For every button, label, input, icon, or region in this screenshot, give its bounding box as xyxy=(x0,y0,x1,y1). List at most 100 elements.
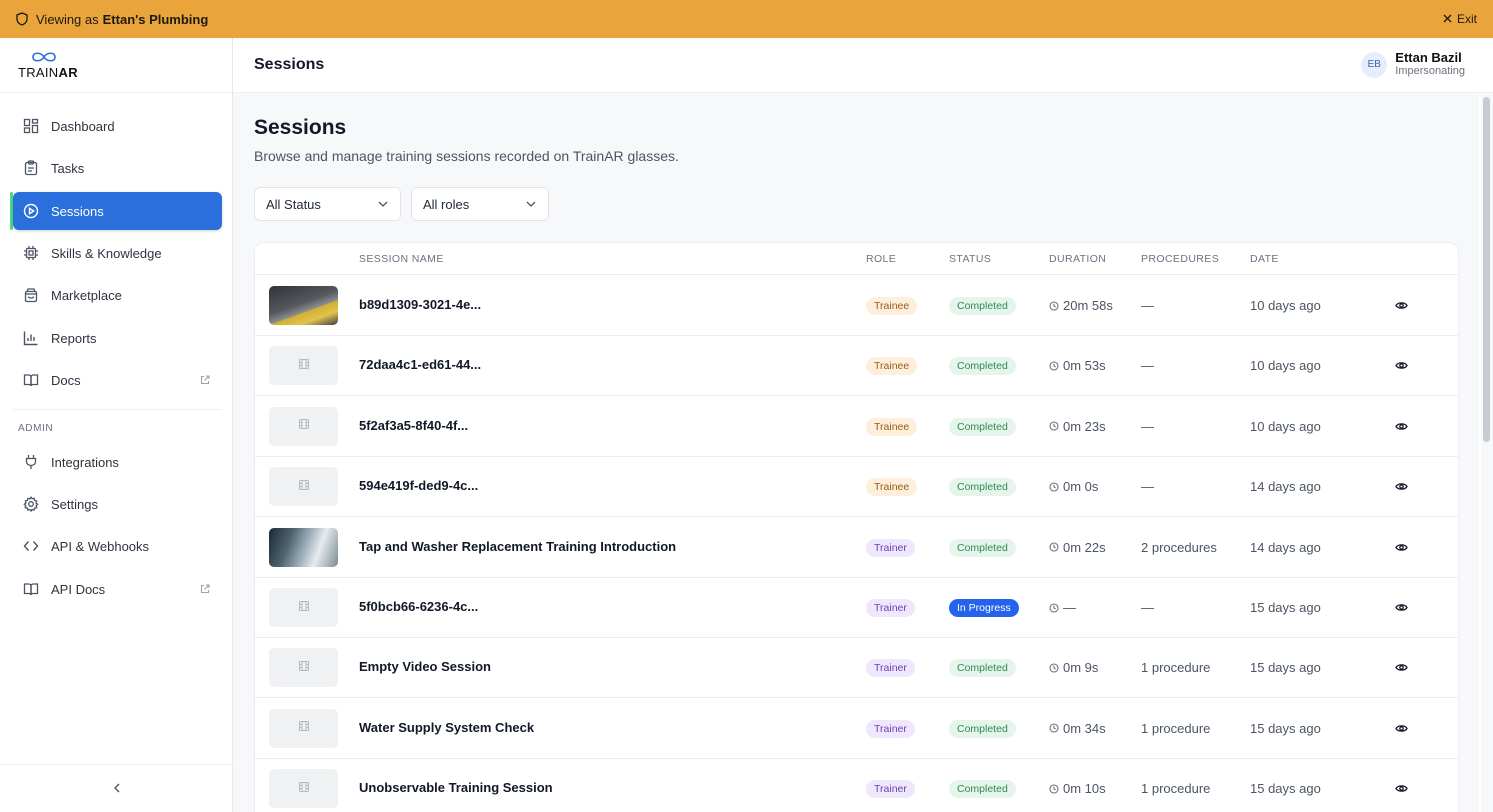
table-row[interactable]: Unobservable Training Session Trainer Comp… xyxy=(255,758,1458,812)
session-name[interactable]: 5f0bcb66-6236-4c... xyxy=(359,599,478,614)
column-header-procedures[interactable]: PROCEDURES xyxy=(1141,253,1219,265)
session-thumbnail[interactable] xyxy=(269,346,338,386)
table-row[interactable]: Empty Video Session Trainer Completed 0m 9s… xyxy=(255,637,1458,699)
view-session-eye-icon[interactable] xyxy=(1395,299,1408,312)
table-row[interactable]: 5f2af3a5-8f40-4f... Trainee Completed 0m 23… xyxy=(255,396,1458,457)
session-name[interactable]: b89d1309-3021-4e... xyxy=(359,297,481,312)
view-session-eye-icon[interactable] xyxy=(1395,722,1408,735)
sidebar-item-label: API Docs xyxy=(51,581,106,597)
status-badge: Completed xyxy=(949,417,1016,436)
session-name[interactable]: 72daa4c1-ed61-44... xyxy=(359,357,481,372)
table-row[interactable]: 5f0bcb66-6236-4c... Trainer In Progress — — 1… xyxy=(255,577,1458,638)
impersonation-banner: Viewing as Ettan's Plumbing Exit xyxy=(0,0,1493,38)
session-thumbnail[interactable] xyxy=(269,769,338,809)
session-thumbnail[interactable] xyxy=(269,588,338,627)
view-session-eye-icon[interactable] xyxy=(1395,359,1408,372)
duration-cell: 0m 34s xyxy=(1049,721,1106,736)
view-session-eye-icon[interactable] xyxy=(1395,480,1408,493)
session-thumbnail[interactable] xyxy=(269,406,338,446)
role-badge: Trainer xyxy=(866,538,915,557)
sidebar-item-settings[interactable]: Settings xyxy=(13,485,222,523)
role-badge: Trainee xyxy=(866,478,918,497)
status-badge: Completed xyxy=(949,659,1016,678)
procedures-cell: — xyxy=(1141,479,1154,495)
sidebar-item-label: Marketplace xyxy=(51,287,122,303)
status-filter-value: All Status xyxy=(266,196,321,212)
main-scrollbar[interactable] xyxy=(1481,93,1493,812)
user-status: Impersonating xyxy=(1395,65,1465,77)
collapse-sidebar-button[interactable] xyxy=(0,764,233,812)
table-row[interactable]: Water Supply System Check Trainer Complete… xyxy=(255,698,1458,759)
session-thumbnail[interactable] xyxy=(269,708,338,748)
clock-icon xyxy=(1049,784,1059,794)
session-name[interactable]: 594e419f-ded9-4c... xyxy=(359,478,478,493)
sidebar-divider xyxy=(13,409,222,410)
clock-icon xyxy=(1049,723,1059,733)
session-name[interactable]: 5f2af3a5-8f40-4f... xyxy=(359,418,468,433)
view-session-eye-icon[interactable] xyxy=(1395,420,1408,433)
duration-value: 0m 22s xyxy=(1063,539,1106,555)
status-badge: Completed xyxy=(949,297,1016,315)
status-badge: Completed xyxy=(949,538,1016,557)
session-thumbnail[interactable] xyxy=(269,648,338,688)
column-header-date[interactable]: DATE xyxy=(1250,253,1279,265)
sidebar-item-dashboard[interactable]: Dashboard xyxy=(13,107,222,145)
duration-value: 0m 34s xyxy=(1063,720,1106,736)
date-cell: 14 days ago xyxy=(1250,479,1321,495)
infinity-logo-icon xyxy=(30,50,58,64)
view-session-eye-icon[interactable] xyxy=(1395,601,1408,614)
procedures-cell: 2 procedures xyxy=(1141,539,1217,555)
duration-cell: 0m 10s xyxy=(1049,781,1106,796)
shield-icon xyxy=(16,12,28,26)
column-header-role[interactable]: ROLE xyxy=(866,253,896,265)
duration-value: 0m 23s xyxy=(1063,418,1106,434)
exit-impersonation-button[interactable]: Exit xyxy=(1443,12,1477,26)
film-placeholder-icon xyxy=(298,599,310,617)
clock-icon xyxy=(1049,602,1059,613)
sidebar-item-label: Settings xyxy=(51,496,98,512)
sidebar-item-skills-knowledge[interactable]: Skills & Knowledge xyxy=(13,234,222,272)
page-title: Sessions xyxy=(254,116,347,139)
column-header-status[interactable]: STATUS xyxy=(949,253,991,265)
top-bar: Sessions EB Ettan Bazil Impersonating xyxy=(233,38,1493,93)
brand-logo[interactable]: TRAINAR xyxy=(0,38,232,93)
session-name[interactable]: Tap and Washer Replacement Training Intr… xyxy=(359,539,676,554)
session-name[interactable]: Unobservable Training Session xyxy=(359,780,553,795)
sidebar-item-reports[interactable]: Reports xyxy=(13,319,222,357)
column-header-duration[interactable]: DURATION xyxy=(1049,253,1106,265)
sidebar-item-docs[interactable]: Docs xyxy=(13,361,222,399)
column-header-session-name[interactable]: SESSION NAME xyxy=(359,253,444,265)
sidebar-item-integrations[interactable]: Integrations xyxy=(13,443,222,481)
sidebar-item-sessions[interactable]: Sessions xyxy=(13,192,222,230)
status-filter-select[interactable]: All Status xyxy=(254,187,401,221)
view-session-eye-icon[interactable] xyxy=(1395,782,1408,795)
bar-chart-icon xyxy=(23,330,39,346)
session-name[interactable]: Empty Video Session xyxy=(359,659,491,674)
sidebar-item-marketplace[interactable]: Marketplace xyxy=(13,276,222,314)
date-cell: 10 days ago xyxy=(1250,298,1321,313)
table-row[interactable]: 594e419f-ded9-4c... Trainee Completed 0m 0s… xyxy=(255,456,1458,518)
session-thumbnail[interactable] xyxy=(269,527,338,567)
user-menu[interactable]: EB Ettan Bazil Impersonating xyxy=(1361,51,1465,78)
duration-cell: 0m 53s xyxy=(1049,358,1106,373)
sidebar-item-api-docs[interactable]: API Docs xyxy=(13,570,222,608)
session-thumbnail[interactable] xyxy=(269,286,338,325)
sessions-table: SESSION NAME ROLE STATUS DURATION PROCED… xyxy=(254,242,1459,812)
sidebar-item-label: Reports xyxy=(51,330,97,346)
table-row[interactable]: Tap and Washer Replacement Training Intr… xyxy=(255,517,1458,578)
role-badge: Trainee xyxy=(866,357,918,376)
view-session-eye-icon[interactable] xyxy=(1395,661,1408,674)
session-thumbnail[interactable] xyxy=(269,467,338,507)
session-name[interactable]: Water Supply System Check xyxy=(359,720,534,735)
sidebar-item-api-webhooks[interactable]: API & Webhooks xyxy=(13,527,222,565)
scrollbar-thumb[interactable] xyxy=(1483,97,1490,442)
exit-label: Exit xyxy=(1456,12,1477,26)
user-name: Ettan Bazil xyxy=(1395,50,1462,65)
roles-filter-select[interactable]: All roles xyxy=(411,187,549,221)
procedures-cell: — xyxy=(1141,298,1154,313)
table-row[interactable]: b89d1309-3021-4e... Trainee Completed 20m 5… xyxy=(255,275,1458,336)
view-session-eye-icon[interactable] xyxy=(1395,541,1408,554)
sidebar-item-tasks[interactable]: Tasks xyxy=(13,149,222,187)
duration-cell: 0m 22s xyxy=(1049,540,1106,555)
table-row[interactable]: 72daa4c1-ed61-44... Trainee Completed 0m 53… xyxy=(255,335,1458,397)
